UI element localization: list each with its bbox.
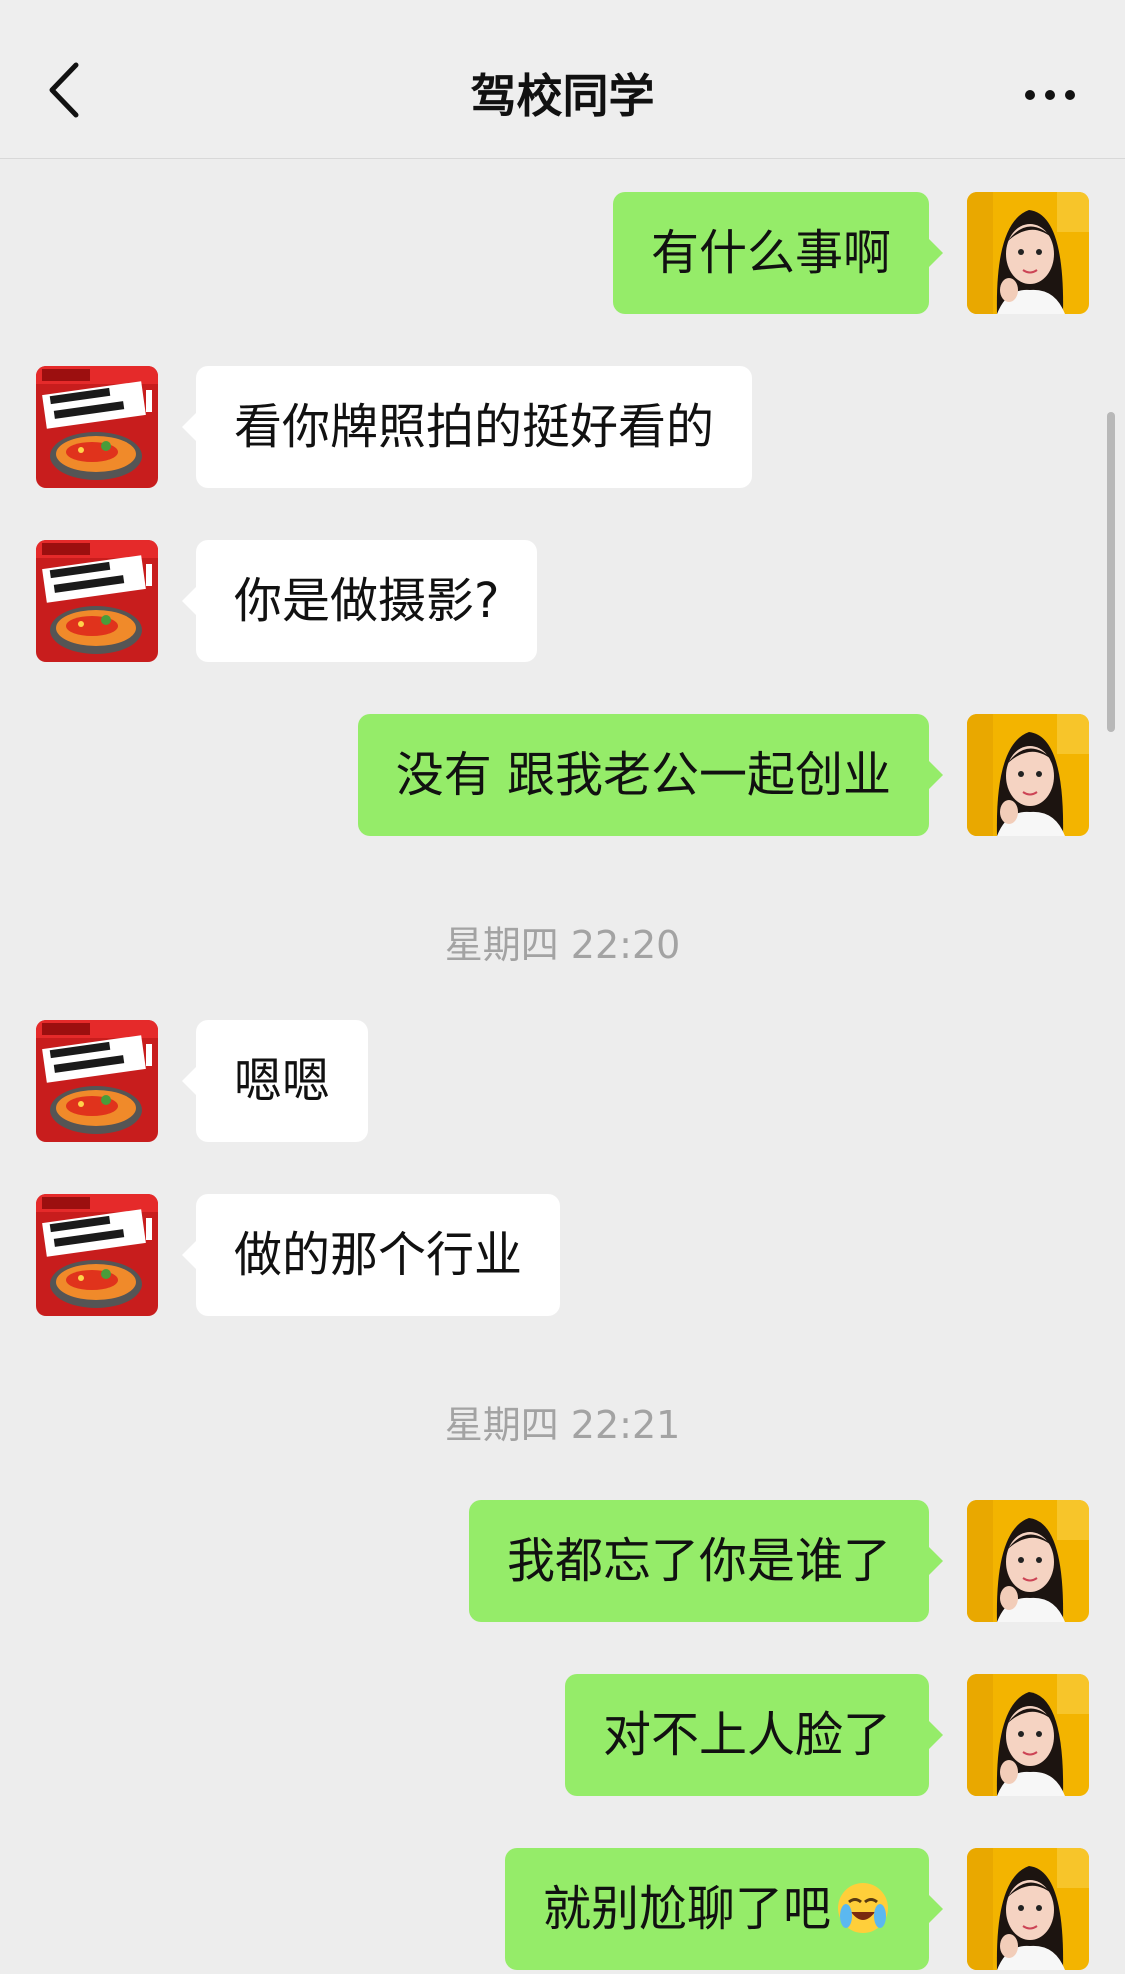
message-bubble-other[interactable]: 做的那个行业 — [181, 1194, 561, 1316]
self-avatar[interactable] — [967, 1500, 1089, 1622]
self-avatar[interactable] — [967, 192, 1089, 314]
chat-header: 驾校同学 — [0, 0, 1125, 159]
message-bubble-self[interactable]: 对不上人脸了 — [564, 1674, 944, 1796]
message-row: 没有 跟我老公一起创业 — [0, 714, 1125, 836]
message-row: 就别尬聊了吧 — [0, 1848, 1125, 1970]
message-row: 有什么事啊 — [0, 192, 1125, 314]
message-bubble-other[interactable]: 你是做摄影? — [181, 540, 538, 662]
message-row: 看你牌照拍的挺好看的 — [0, 366, 1125, 488]
more-dots-icon[interactable] — [1020, 75, 1080, 115]
contact-avatar[interactable] — [36, 1194, 158, 1316]
message-bubble-self[interactable]: 我都忘了你是谁了 — [468, 1500, 944, 1622]
crying-face-emoji-icon — [838, 1883, 888, 1933]
message-text: 就别尬聊了吧 — [542, 1881, 831, 1937]
self-avatar[interactable] — [967, 714, 1089, 836]
message-row: 嗯嗯 — [0, 1020, 1125, 1142]
contact-avatar[interactable] — [36, 540, 158, 662]
message-bubble-self[interactable]: 有什么事啊 — [612, 192, 944, 314]
message-row: 对不上人脸了 — [0, 1674, 1125, 1796]
message-row: 做的那个行业 — [0, 1194, 1125, 1316]
message-bubble-other[interactable]: 看你牌照拍的挺好看的 — [181, 366, 753, 488]
chat-title: 驾校同学 — [470, 69, 655, 123]
contact-avatar[interactable] — [36, 1020, 158, 1142]
self-avatar[interactable] — [967, 1848, 1089, 1970]
message-row: 我都忘了你是谁了 — [0, 1500, 1125, 1622]
timestamp: 星期四 22:20 — [444, 923, 681, 967]
message-bubble-self[interactable]: 没有 跟我老公一起创业 — [357, 714, 944, 836]
self-avatar[interactable] — [967, 1674, 1089, 1796]
message-bubble-other[interactable]: 嗯嗯 — [181, 1020, 369, 1142]
message-row: 你是做摄影? — [0, 540, 1125, 662]
timestamp: 星期四 22:21 — [444, 1403, 681, 1447]
contact-avatar[interactable] — [36, 366, 158, 488]
message-bubble-self[interactable]: 就别尬聊了吧 — [504, 1848, 944, 1970]
